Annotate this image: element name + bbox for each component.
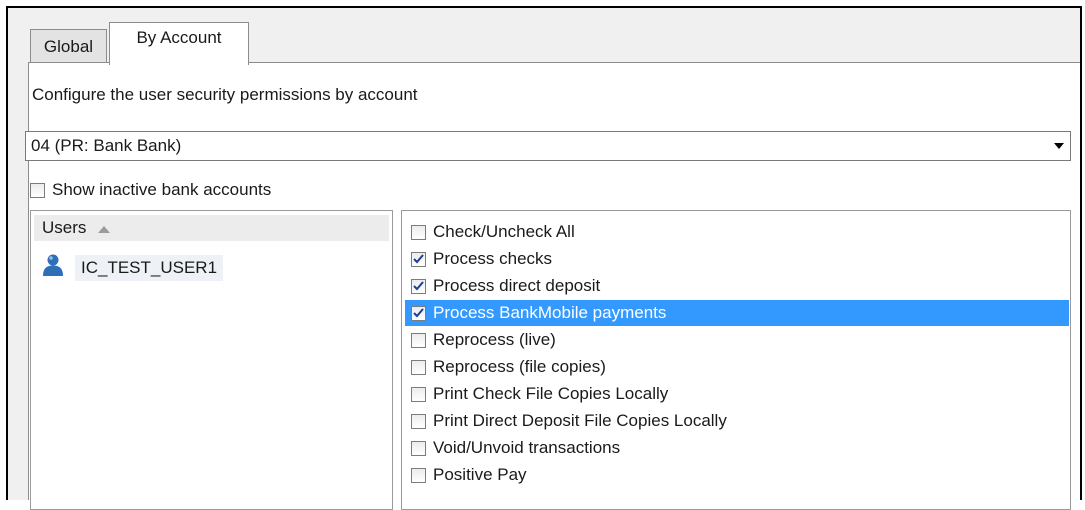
- permission-label: Process direct deposit: [433, 276, 601, 295]
- permission-checkbox[interactable]: [411, 278, 426, 294]
- permission-checkbox[interactable]: [411, 386, 426, 402]
- permission-label: Positive Pay: [433, 465, 527, 484]
- permission-checkbox[interactable]: [411, 251, 426, 267]
- permission-row[interactable]: Check/Uncheck All: [405, 219, 1069, 245]
- permission-row[interactable]: Process checks: [405, 246, 1069, 272]
- permissions-list[interactable]: Check/Uncheck All Process checks Process…: [401, 210, 1071, 510]
- permission-row[interactable]: Reprocess (live): [405, 327, 1069, 353]
- permission-row[interactable]: Print Direct Deposit File Copies Locally: [405, 408, 1069, 434]
- permission-row[interactable]: Print Check File Copies Locally: [405, 381, 1069, 407]
- permission-checkbox[interactable]: [411, 224, 426, 240]
- description-text: Configure the user security permissions …: [32, 85, 418, 104]
- permission-checkbox[interactable]: [411, 359, 426, 375]
- sort-ascending-icon: [98, 218, 111, 238]
- account-select-value: 04 (PR: Bank Bank): [31, 136, 182, 155]
- show-inactive-checkbox-box[interactable]: [30, 182, 45, 198]
- permission-row[interactable]: Process direct deposit: [405, 273, 1069, 299]
- tab-global-label: Global: [43, 36, 94, 56]
- permission-row[interactable]: Reprocess (file copies): [405, 354, 1069, 380]
- tab-global[interactable]: Global: [30, 29, 107, 63]
- users-header-label: Users: [42, 218, 87, 237]
- permission-checkbox[interactable]: [411, 440, 426, 456]
- permission-row[interactable]: Void/Unvoid transactions: [405, 435, 1069, 461]
- users-list[interactable]: Users IC_TEST_USER1: [30, 210, 393, 510]
- show-inactive-checkbox[interactable]: Show inactive bank accounts: [30, 180, 271, 200]
- tab-by-account[interactable]: By Account: [109, 22, 249, 65]
- tab-by-account-label: By Account: [136, 28, 222, 47]
- permission-checkbox[interactable]: [411, 332, 426, 348]
- permission-label: Process BankMobile payments: [433, 303, 667, 322]
- user-list-item[interactable]: IC_TEST_USER1: [41, 253, 224, 282]
- account-select[interactable]: 04 (PR: Bank Bank): [25, 131, 1071, 161]
- permission-row[interactable]: Process BankMobile payments: [405, 300, 1069, 326]
- permission-label: Print Check File Copies Locally: [433, 384, 669, 403]
- permission-checkbox[interactable]: [411, 305, 426, 321]
- permission-label: Void/Unvoid transactions: [433, 438, 621, 457]
- permission-checkbox[interactable]: [411, 467, 426, 483]
- user-name: IC_TEST_USER1: [75, 254, 224, 281]
- permission-label: Reprocess (file copies): [433, 357, 606, 376]
- permission-label: Process checks: [433, 249, 553, 268]
- users-column-header[interactable]: Users: [34, 215, 389, 241]
- show-inactive-label: Show inactive bank accounts: [52, 180, 272, 199]
- permission-checkbox[interactable]: [411, 413, 426, 429]
- permission-label: Reprocess (live): [433, 330, 556, 349]
- permission-row[interactable]: Positive Pay: [405, 462, 1069, 488]
- user-icon: [41, 253, 65, 282]
- dropdown-arrow-icon[interactable]: [1048, 132, 1070, 160]
- tab-strip: Global By Account: [8, 8, 1080, 65]
- permission-label: Check/Uncheck All: [433, 222, 575, 241]
- permission-label: Print Direct Deposit File Copies Locally: [433, 411, 727, 430]
